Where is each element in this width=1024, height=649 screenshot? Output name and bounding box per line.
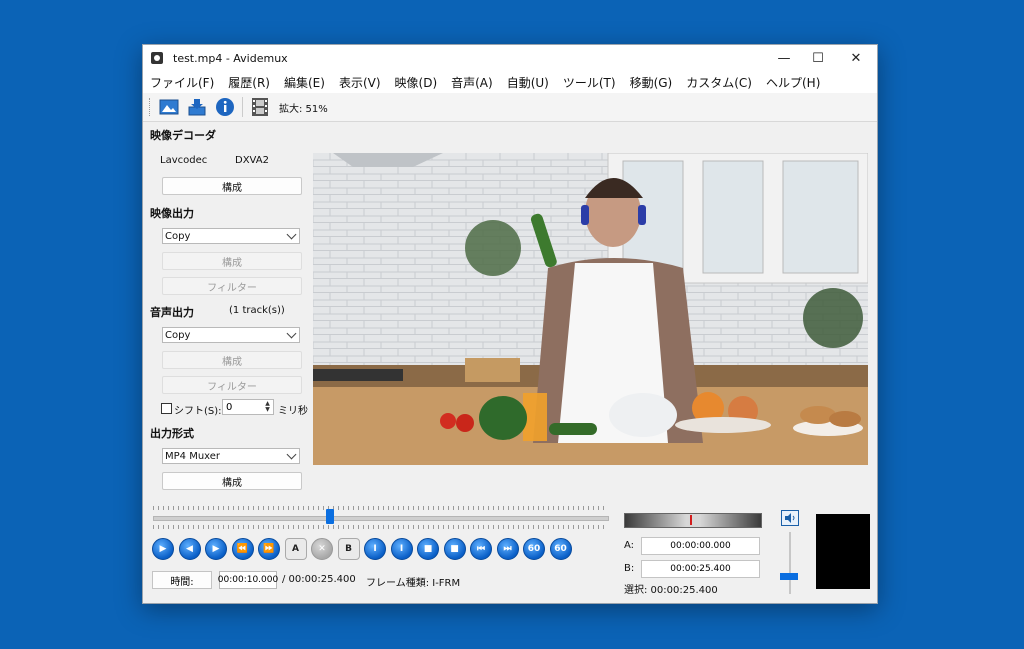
audio-output-title: 音声出力: [150, 306, 194, 319]
previous-keyframe-button[interactable]: I: [364, 538, 386, 560]
decoder-hw: DXVA2: [235, 155, 269, 166]
video-preview: [313, 153, 868, 465]
total-time: / 00:00:25.400: [282, 574, 356, 585]
zoom-level: 拡大: 51%: [279, 103, 328, 115]
selection-panel: A: 00:00:00.000 B: 00:00:25.400 選択: 00:0…: [621, 510, 871, 600]
playback-controls: ▶ ◀ ▶ ⏪ ⏩ A ✕ B I I ■ ■ ⏮ ⏭ 60 60: [152, 538, 576, 560]
close-button[interactable]: ✕: [839, 45, 873, 71]
frame-type: フレーム種類: I-FRM: [366, 578, 461, 589]
toolbar-grip: [149, 98, 152, 116]
marker-a-label: A:: [624, 540, 635, 551]
audio-preview-box: [816, 514, 870, 589]
decoder-codec: Lavcodec: [160, 155, 208, 166]
toolbar-separator: [242, 97, 243, 117]
avidemux-window: test.mp4 - Avidemux — ☐ ✕ ファイル(F) 履歴(R) …: [142, 44, 878, 604]
toolbar: 拡大: 51%: [143, 93, 877, 122]
video-frame-image: [313, 153, 868, 465]
video-output-value: Copy: [165, 230, 191, 242]
speaker-icon[interactable]: [781, 510, 799, 526]
video-configure-button[interactable]: 構成: [162, 252, 302, 270]
next-keyframe-button[interactable]: I: [390, 538, 413, 560]
volume-thumb[interactable]: [780, 572, 798, 580]
current-time-field[interactable]: 00:00:10.000: [218, 571, 278, 589]
menu-custom[interactable]: カスタム(C): [679, 74, 759, 91]
chevron-down-icon: [286, 229, 297, 240]
maximize-button[interactable]: ☐: [801, 45, 835, 71]
menu-go[interactable]: 移動(G): [623, 74, 680, 91]
timeline-thumb[interactable]: [326, 509, 335, 524]
film-strip-icon[interactable]: [249, 96, 271, 118]
time-button[interactable]: 時間:: [152, 571, 212, 589]
audio-output-value: Copy: [165, 329, 191, 341]
marker-b-field[interactable]: 00:00:25.400: [641, 560, 760, 578]
goto-end-button[interactable]: ⏭: [496, 538, 519, 560]
decoder-configure-button[interactable]: 構成: [162, 177, 302, 195]
menu-history[interactable]: 履歴(R): [221, 74, 277, 91]
app-icon: [151, 52, 163, 64]
video-output-title: 映像出力: [150, 207, 194, 220]
play-button[interactable]: ▶: [152, 538, 174, 560]
previous-frame-button[interactable]: ◀: [178, 538, 201, 560]
selection-duration: 選択: 00:00:25.400: [624, 585, 718, 596]
next-black-frame-button[interactable]: ■: [443, 538, 466, 560]
time-row: 時間: 00:00:10.000 / 00:00:25.400 フレーム種類: …: [143, 571, 613, 591]
audio-output-select[interactable]: Copy: [162, 327, 300, 343]
menu-help[interactable]: ヘルプ(H): [759, 74, 827, 91]
audio-track-count: (1 track(s)): [229, 305, 285, 316]
rewind-button[interactable]: ⏪: [231, 538, 254, 560]
format-configure-button[interactable]: 構成: [162, 472, 302, 490]
info-icon[interactable]: [214, 96, 236, 118]
output-format-value: MP4 Muxer: [165, 450, 221, 462]
timeline-ticks-bottom: [153, 525, 607, 529]
settings-panel: 映像デコーダ Lavcodec DXVA2 構成 映像出力 Copy 構成 フィ…: [143, 123, 313, 493]
next-frame-button[interactable]: ▶: [205, 538, 227, 560]
previous-black-frame-button[interactable]: ■: [417, 538, 439, 560]
menu-tools[interactable]: ツール(T): [556, 74, 623, 91]
output-format-title: 出力形式: [150, 427, 194, 440]
set-marker-b-button[interactable]: B: [337, 538, 360, 560]
menu-edit[interactable]: 編集(E): [277, 74, 332, 91]
output-format-select[interactable]: MP4 Muxer: [162, 448, 300, 464]
forward-60s-button[interactable]: 60: [549, 538, 572, 560]
audio-filters-button[interactable]: フィルター: [162, 376, 302, 394]
video-output-select[interactable]: Copy: [162, 228, 300, 244]
back-60s-button[interactable]: 60: [523, 538, 545, 560]
timeline-track[interactable]: [153, 516, 609, 521]
meter-marker: [690, 515, 692, 525]
save-video-icon[interactable]: [186, 96, 208, 118]
shift-label: シフト(S):: [174, 406, 222, 417]
minimize-button[interactable]: —: [767, 45, 801, 71]
clear-markers-button[interactable]: ✕: [311, 538, 333, 560]
marker-b-label: B:: [624, 563, 635, 574]
fast-forward-button[interactable]: ⏩: [258, 538, 280, 560]
open-video-icon[interactable]: [158, 96, 180, 118]
chevron-down-icon: [286, 328, 297, 339]
timeline-slider[interactable]: [143, 500, 613, 530]
goto-start-button[interactable]: ⏮: [470, 538, 492, 560]
video-filters-button[interactable]: フィルター: [162, 277, 302, 295]
chevron-down-icon: [286, 449, 297, 460]
menu-view[interactable]: 表示(V): [332, 74, 388, 91]
shift-checkbox[interactable]: [161, 403, 172, 414]
menu-auto[interactable]: 自動(U): [500, 74, 556, 91]
shift-spinbox[interactable]: 0 ▲ ▼: [222, 399, 274, 415]
window-title: test.mp4 - Avidemux: [173, 51, 288, 65]
video-decoder-title: 映像デコーダ: [150, 129, 216, 142]
shift-unit: ミリ秒: [278, 406, 308, 417]
title-bar: test.mp4 - Avidemux — ☐ ✕: [143, 45, 877, 71]
menu-video[interactable]: 映像(D): [388, 74, 445, 91]
volume-track[interactable]: [789, 532, 791, 594]
marker-a-field[interactable]: 00:00:00.000: [641, 537, 760, 555]
audio-configure-button[interactable]: 構成: [162, 351, 302, 369]
menu-file[interactable]: ファイル(F): [143, 74, 221, 91]
audio-meter: [624, 513, 762, 528]
shift-value: 0: [226, 401, 233, 413]
spin-arrows-icon[interactable]: ▲ ▼: [263, 401, 272, 413]
set-marker-a-button[interactable]: A: [284, 538, 307, 560]
timeline-ticks-top: [153, 506, 607, 510]
menu-bar: ファイル(F) 履歴(R) 編集(E) 表示(V) 映像(D) 音声(A) 自動…: [143, 71, 877, 93]
menu-audio[interactable]: 音声(A): [444, 74, 500, 91]
